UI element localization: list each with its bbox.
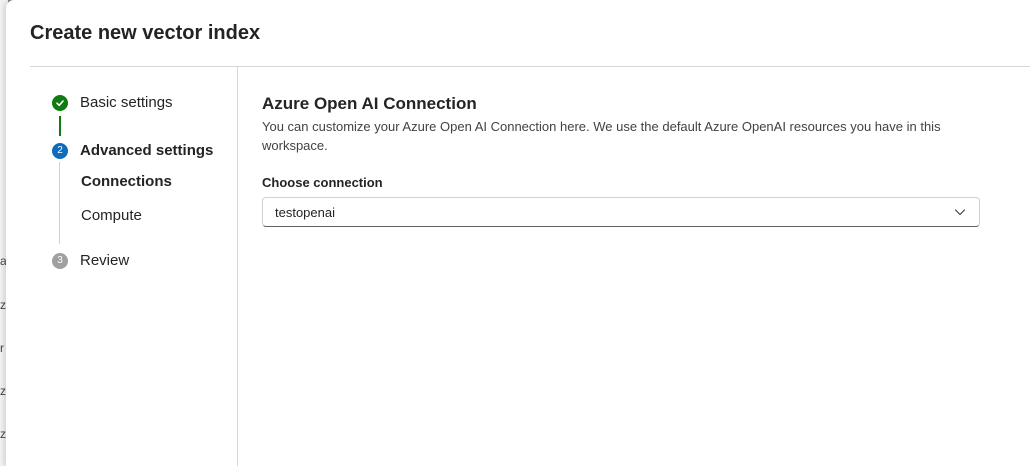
background-text: r xyxy=(0,341,4,355)
step-connector xyxy=(59,162,60,244)
create-vector-index-dialog: Create new vector index Basic settings 2… xyxy=(6,0,1030,466)
header-divider xyxy=(30,66,1030,67)
step-connector-completed xyxy=(59,116,61,136)
step-label: Advanced settings xyxy=(80,142,214,159)
substep-connections[interactable]: Connections xyxy=(81,173,172,190)
substep-compute[interactable]: Compute xyxy=(81,207,142,224)
chevron-down-icon xyxy=(954,209,966,216)
step-advanced-settings[interactable]: 2 Advanced settings xyxy=(52,142,213,159)
section-description: You can customize your Azure Open AI Con… xyxy=(262,119,941,153)
step-number-icon: 3 xyxy=(52,252,68,269)
dialog-title: Create new vector index xyxy=(30,22,261,44)
connection-selected-value: testopenai xyxy=(275,204,335,220)
connection-dropdown[interactable]: testopenai xyxy=(262,197,980,227)
choose-connection-label: Choose connection xyxy=(262,175,383,190)
step-basic-settings[interactable]: Basic settings xyxy=(52,94,173,111)
sidebar-divider xyxy=(237,67,238,466)
check-icon xyxy=(52,94,68,111)
step-label: Basic settings xyxy=(80,94,173,111)
step-label: Review xyxy=(80,252,130,269)
step-number-icon: 2 xyxy=(52,142,68,159)
section-title: Azure Open AI Connection xyxy=(262,94,477,113)
step-review[interactable]: 3 Review xyxy=(52,252,129,269)
